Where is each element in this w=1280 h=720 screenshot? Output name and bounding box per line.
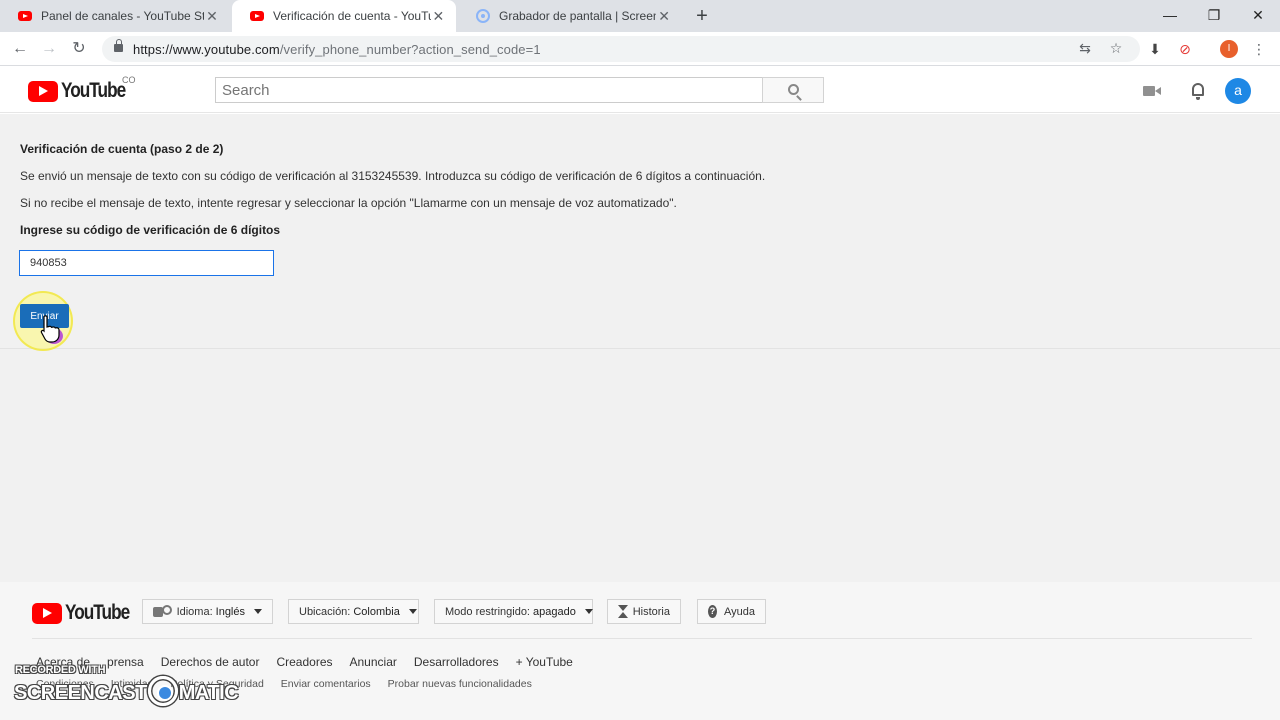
translate-icon[interactable]: ⇆: [1076, 40, 1094, 57]
lock-icon: [114, 39, 123, 52]
video-camera-icon[interactable]: [1140, 79, 1164, 103]
back-arrow-icon[interactable]: ←: [9, 38, 31, 60]
footer-link[interactable]: Derechos de autor: [161, 655, 260, 669]
chevron-down-icon: [254, 609, 262, 614]
language-value: Inglés: [215, 605, 245, 618]
restricted-value: apagado: [533, 605, 576, 618]
bookmark-star-icon[interactable]: ☆: [1107, 40, 1125, 57]
chevron-down-icon: [408, 609, 417, 614]
tab-screencast[interactable]: Grabador de pantalla | Screencast-O-Mati…: [458, 0, 682, 32]
url-host: https://www.youtube.com: [133, 42, 280, 57]
bell-icon[interactable]: [1186, 79, 1210, 103]
footer-divider: [32, 638, 1252, 639]
tab-title: Panel de canales - YouTube Studio: [41, 9, 205, 23]
browser-profile-avatar[interactable]: I: [1220, 40, 1238, 58]
minimize-button[interactable]: —: [1148, 4, 1192, 26]
history-button[interactable]: Historia: [607, 599, 681, 624]
new-tab-button[interactable]: +: [692, 5, 712, 27]
footer-link[interactable]: Creadores: [276, 655, 332, 669]
location-value: Colombia: [353, 605, 400, 618]
location-picker[interactable]: Ubicación: Colombia: [288, 599, 419, 624]
help-icon: ?: [708, 605, 717, 618]
reload-icon[interactable]: ↻: [68, 38, 90, 60]
language-picker[interactable]: Idioma: Inglés: [142, 599, 273, 624]
footer-link[interactable]: prensa: [107, 655, 144, 669]
forward-arrow-icon[interactable]: →: [38, 38, 60, 60]
language-icon: [153, 604, 172, 619]
code-field-label: Ingrese su código de verificación de 6 d…: [20, 223, 281, 237]
footer-link[interactable]: Intimidad: [111, 678, 154, 690]
chevron-down-icon: [584, 609, 593, 614]
country-code: CO: [122, 75, 136, 85]
menu-dots-icon[interactable]: ⋮: [1249, 39, 1269, 59]
help-label: Ayuda: [724, 605, 755, 618]
footer-link[interactable]: Acerca de: [36, 655, 90, 669]
language-label: Idioma:: [176, 605, 213, 618]
youtube-header: YouTube CO a: [0, 67, 1280, 113]
verification-message: Se envió un mensaje de texto con su códi…: [20, 169, 766, 183]
account-avatar[interactable]: a: [1225, 78, 1251, 104]
history-label: Historia: [632, 605, 670, 618]
help-button[interactable]: ? Ayuda: [697, 599, 766, 624]
footer-secondary-links: Condiciones Intimidad Política y Segurid…: [36, 678, 532, 690]
footer-primary-links: Acerca de prensa Derechos de autor Cread…: [36, 655, 573, 669]
fallback-message: Si no recibe el mensaje de texto, intent…: [20, 196, 677, 210]
tab-verificacion[interactable]: Verificación de cuenta - YouTube ✕: [232, 0, 456, 32]
youtube-play-icon: [32, 602, 62, 624]
tab-title: Verificación de cuenta - YouTube: [273, 9, 431, 23]
close-window-button[interactable]: ✕: [1236, 4, 1280, 26]
logo-wordmark: YouTube: [61, 79, 126, 102]
close-tab-icon[interactable]: ✕: [204, 8, 220, 25]
footer-link[interactable]: Condiciones: [36, 678, 94, 690]
extension-icon[interactable]: ⊘: [1175, 39, 1195, 59]
maximize-button[interactable]: ❐: [1192, 4, 1236, 26]
search-button[interactable]: [762, 77, 824, 103]
download-arrow-icon[interactable]: ⬇: [1145, 39, 1165, 59]
location-label: Ubicación:: [299, 605, 351, 618]
footer-link[interactable]: Desarrolladores: [414, 655, 499, 669]
page-title: Verificación de cuenta (paso 2 de 2): [20, 142, 224, 156]
footer-link[interactable]: + YouTube: [516, 655, 573, 669]
tab-strip: Panel de canales - YouTube Studio ✕ Veri…: [0, 0, 1280, 32]
footer-logo-wordmark: YouTube: [65, 601, 130, 624]
youtube-favicon-icon: [18, 11, 32, 21]
url-path: /verify_phone_number?action_send_code=1: [279, 42, 541, 57]
tab-title: Grabador de pantalla | Screencast-O-Mati…: [499, 9, 657, 23]
footer-link[interactable]: Política y Seguridad: [170, 678, 263, 690]
youtube-logo[interactable]: YouTube CO: [28, 75, 139, 103]
search-input[interactable]: [215, 77, 763, 103]
youtube-play-icon: [28, 80, 58, 102]
search-icon: [788, 84, 799, 95]
verification-form: Verificación de cuenta (paso 2 de 2) Se …: [0, 118, 1280, 351]
url-text: https://www.youtube.com/verify_phone_num…: [133, 42, 541, 57]
screencast-favicon-icon: [476, 9, 490, 23]
verification-code-input[interactable]: [19, 250, 274, 276]
footer-link[interactable]: Anunciar: [350, 655, 397, 669]
restricted-mode-picker[interactable]: Modo restringido: apagado: [434, 599, 593, 624]
submit-button[interactable]: Enviar: [20, 304, 69, 328]
restricted-label: Modo restringido:: [445, 605, 530, 618]
close-tab-icon[interactable]: ✕: [431, 8, 446, 25]
hourglass-icon: [618, 605, 628, 618]
browser-toolbar: ← → ↻ https://www.youtube.com/verify_pho…: [0, 32, 1280, 66]
footer-youtube-logo[interactable]: YouTube: [32, 601, 143, 625]
footer-link[interactable]: Enviar comentarios: [281, 678, 371, 690]
youtube-favicon-icon: [250, 11, 264, 21]
close-tab-icon[interactable]: ✕: [656, 8, 672, 25]
address-bar[interactable]: https://www.youtube.com/verify_phone_num…: [102, 36, 1140, 62]
footer: YouTube Idioma: Inglés Ubicación: Colomb…: [0, 582, 1280, 720]
tab-youtube-studio[interactable]: Panel de canales - YouTube Studio ✕: [0, 0, 230, 32]
footer-link[interactable]: Probar nuevas funcionalidades: [388, 678, 532, 690]
